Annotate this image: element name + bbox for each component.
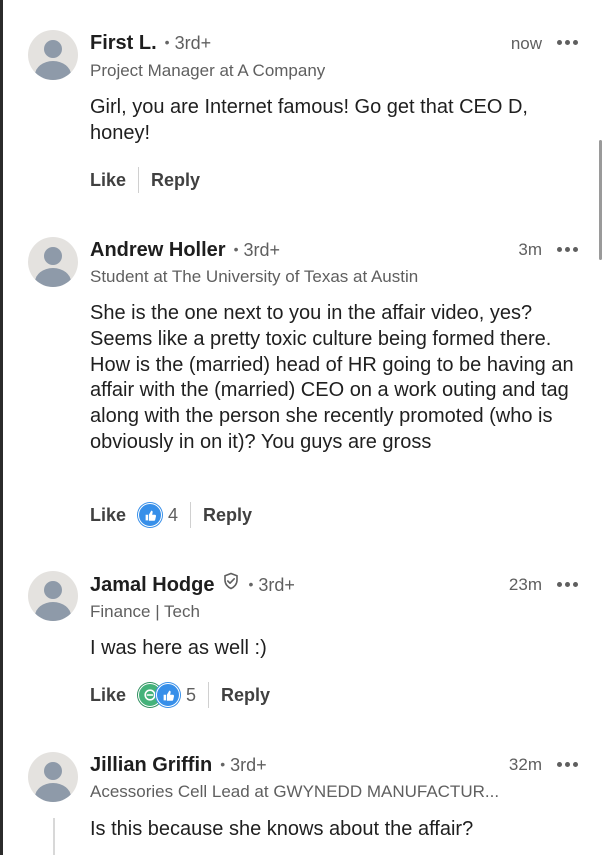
thread-line [53,818,55,855]
author-name[interactable]: Jamal Hodge [90,574,214,596]
connection-degree: 3rd+ [230,755,267,775]
comment-header: Jamal Hodge • 3rd+ [90,572,295,598]
reactions-summary[interactable]: 4 [138,503,178,527]
comment-text: I was here as well :) [90,637,267,659]
avatar[interactable] [28,752,78,802]
divider [138,167,140,193]
comment-time: now [510,34,542,53]
comment-text: Girl, you are Internet famous! Go get th… [90,96,528,144]
comment-actions: Like 5 Reply [90,681,270,709]
reply-button[interactable]: Reply [151,170,200,191]
author-headline: Finance | Tech [90,602,200,621]
comment-header: Jillian Griffin • 3rd+ [90,754,267,776]
reply-button[interactable]: Reply [221,685,270,706]
comment-header: Andrew Holler • 3rd+ [90,239,281,261]
reaction-count: 4 [168,504,179,525]
like-button[interactable]: Like [90,170,126,191]
more-options-icon[interactable] [557,247,579,253]
comment-text: She is the one next to you in the affair… [90,302,574,453]
reactions-summary[interactable]: 5 [138,683,196,707]
reply-button[interactable]: Reply [203,505,252,526]
comment-actions: Like Reply [90,166,200,194]
like-button[interactable]: Like [90,685,126,706]
avatar[interactable] [28,571,78,621]
like-icon [138,503,163,527]
avatar[interactable] [28,237,78,287]
verified-icon [222,572,240,596]
comment-header: First L. • 3rd+ [90,32,212,54]
more-options-icon[interactable] [557,762,579,768]
divider [208,682,210,708]
like-icon [156,683,181,707]
author-name[interactable]: First L. [90,32,157,54]
comment-time: 23m [508,575,542,594]
more-options-icon[interactable] [557,582,579,588]
comment-actions: Like 4 Reply [90,501,252,529]
author-headline: Student at The University of Texas at Au… [90,267,419,286]
more-options-icon[interactable] [557,40,579,46]
author-headline: Acessories Cell Lead at GWYNEDD MANUFACT… [90,782,500,801]
connection-degree: 3rd+ [258,575,295,595]
connection-degree: 3rd+ [243,240,281,260]
comment-time: 32m [508,755,542,774]
connection-degree: 3rd+ [174,33,212,53]
avatar[interactable] [28,30,78,80]
comment-time: 3m [518,240,542,259]
divider [190,502,192,528]
author-headline: Project Manager at A Company [90,61,326,80]
left-border [0,0,3,855]
author-name[interactable]: Andrew Holler [90,239,226,261]
author-name[interactable]: Jillian Griffin [90,754,212,776]
comment-text: Is this because she knows about the affa… [90,818,474,840]
like-button[interactable]: Like [90,505,126,526]
reaction-count: 5 [186,684,197,705]
